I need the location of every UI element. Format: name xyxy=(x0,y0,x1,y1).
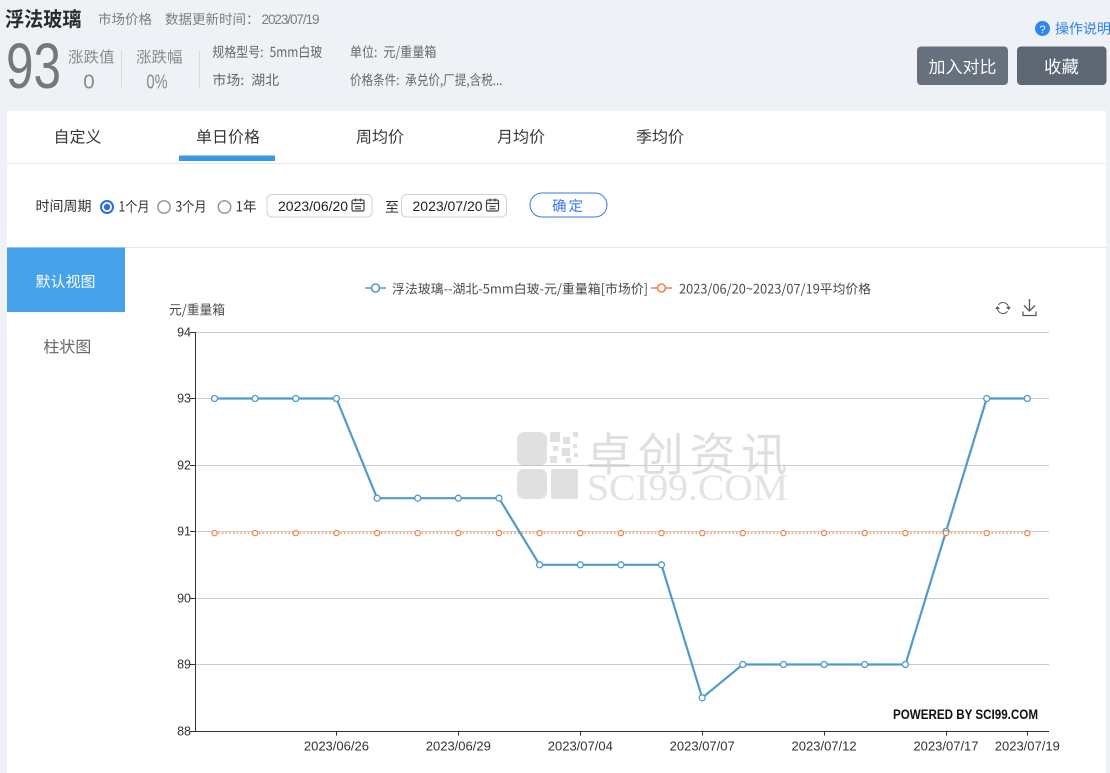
svg-text:2023/06/26: 2023/06/26 xyxy=(304,739,369,754)
svg-text:2023/07/04: 2023/07/04 xyxy=(548,739,613,754)
svg-text:0: 0 xyxy=(83,71,94,94)
svg-text:2023/07/20: 2023/07/20 xyxy=(413,198,483,214)
svg-text:2023/07/19: 2023/07/19 xyxy=(262,12,320,27)
svg-text:2023/07/12: 2023/07/12 xyxy=(792,739,857,754)
svg-text:0%: 0% xyxy=(147,72,168,94)
svg-text:2023/07/17: 2023/07/17 xyxy=(913,739,978,754)
svg-text:93: 93 xyxy=(177,392,191,406)
svg-text:94: 94 xyxy=(177,326,191,340)
svg-text:SCI99.COM: SCI99.COM xyxy=(587,468,788,509)
svg-text:2023/06/20: 2023/06/20 xyxy=(278,198,348,214)
svg-text:90: 90 xyxy=(177,592,191,606)
svg-text:2023/07/19: 2023/07/19 xyxy=(995,739,1060,754)
svg-text:93: 93 xyxy=(6,30,61,102)
svg-text:91: 91 xyxy=(177,525,191,539)
svg-text:?: ? xyxy=(1039,24,1045,36)
svg-text:2023/07/07: 2023/07/07 xyxy=(670,739,735,754)
svg-text:92: 92 xyxy=(177,459,191,473)
svg-text:88: 88 xyxy=(177,725,191,739)
svg-text:89: 89 xyxy=(177,658,191,672)
svg-text:POWERED BY SCI99.COM: POWERED BY SCI99.COM xyxy=(893,707,1038,722)
svg-text:2023/06/29: 2023/06/29 xyxy=(426,739,491,754)
